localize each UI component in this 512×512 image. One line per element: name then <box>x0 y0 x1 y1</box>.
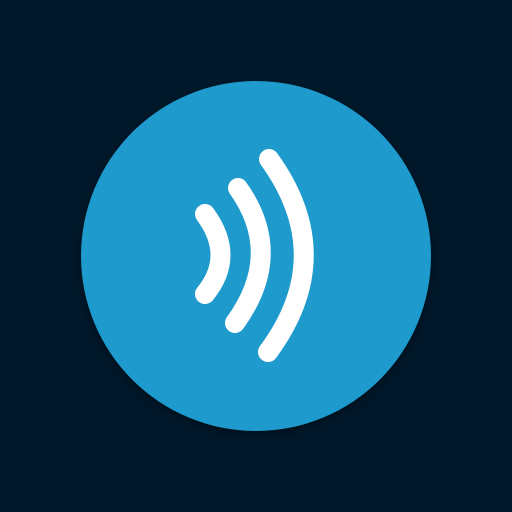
icon-canvas <box>0 0 512 512</box>
contactless-signal-icon <box>81 81 431 431</box>
contactless-app-icon[interactable] <box>81 81 431 431</box>
